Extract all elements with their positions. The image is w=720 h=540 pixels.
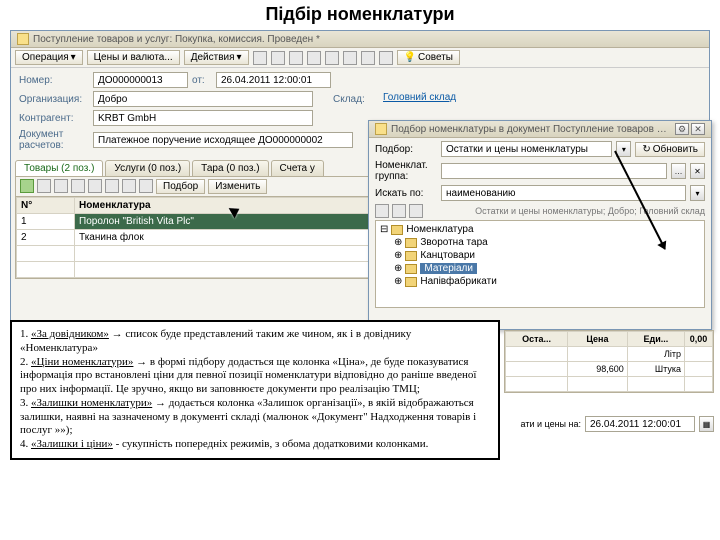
folder-icon <box>405 238 417 248</box>
tab-tare[interactable]: Тара (0 поз.) <box>192 160 268 176</box>
number-label: Номер: <box>19 75 89 86</box>
main-toolbar: Операция ▾ Цены и валюта... Действия ▾ 💡… <box>11 48 709 68</box>
col-n[interactable]: N° <box>17 198 75 214</box>
main-titlebar: Поступление товаров и услуг: Покупка, ко… <box>11 31 709 48</box>
doc-input[interactable] <box>93 132 353 148</box>
grid-icon[interactable] <box>71 179 85 193</box>
footer-date-input[interactable] <box>585 416 695 432</box>
grid-icon[interactable] <box>54 179 68 193</box>
counterparty-label: Контрагент: <box>19 113 89 124</box>
toolbar-icon[interactable] <box>271 51 285 65</box>
popup-title: Подбор номенклатуры в документ Поступлен… <box>391 124 671 135</box>
warehouse-link[interactable]: Головний склад <box>379 91 460 107</box>
tree-item[interactable]: ⊕ Зворотна тара <box>378 236 702 249</box>
counterparty-input[interactable] <box>93 110 313 126</box>
calendar-icon[interactable]: ▦ <box>699 416 714 432</box>
org-label: Организация: <box>19 94 89 105</box>
col-stock[interactable]: Оста... <box>506 332 568 347</box>
edit-button[interactable]: Изменить <box>208 179 267 194</box>
col-price[interactable]: Цена <box>568 332 628 347</box>
pick-button[interactable]: Подбор <box>156 179 205 194</box>
prices-button[interactable]: Цены и валюта... <box>87 50 180 65</box>
toolbar-icon[interactable] <box>325 51 339 65</box>
settings-icon[interactable]: ⚙ <box>675 123 689 135</box>
tab-services[interactable]: Услуги (0 поз.) <box>105 160 190 176</box>
tree-icon[interactable] <box>409 204 423 218</box>
group-label: Номенклат. группа: <box>375 160 437 182</box>
folder-icon <box>391 225 403 235</box>
search-select[interactable] <box>441 185 686 201</box>
grid-icon[interactable] <box>122 179 136 193</box>
grid-icon[interactable] <box>139 179 153 193</box>
toolbar-icon[interactable] <box>253 51 267 65</box>
popup-status: Остатки и цены номенклатуры; Добро; Голо… <box>426 206 705 216</box>
tree-icon[interactable] <box>375 204 389 218</box>
footer-date: ати и цены на: ▦ <box>521 416 714 432</box>
group-input[interactable] <box>441 163 667 179</box>
search-label: Искать по: <box>375 188 437 199</box>
chevron-down-icon[interactable]: ▾ <box>690 185 705 201</box>
add-row-icon[interactable] <box>20 179 34 193</box>
col-zero: 0,00 <box>685 332 713 347</box>
chevron-down-icon[interactable]: ▾ <box>616 141 631 157</box>
footer-label: ати и цены на: <box>521 419 581 429</box>
tab-accounts[interactable]: Счета у <box>271 160 324 176</box>
refresh-button[interactable]: ↻ Обновить <box>635 142 705 157</box>
grid-icon[interactable] <box>105 179 119 193</box>
toolbar-icon[interactable] <box>307 51 321 65</box>
advice-button[interactable]: 💡 Советы <box>397 50 460 65</box>
warehouse-label: Склад: <box>333 94 375 105</box>
popup-titlebar: Подбор номенклатуры в документ Поступлен… <box>369 121 711 138</box>
folder-icon <box>405 251 417 261</box>
slide-title: Підбір номенклатури <box>0 0 720 27</box>
tree-item-selected[interactable]: ⊕ Матеріали <box>378 262 702 275</box>
number-input[interactable] <box>93 72 188 88</box>
grid-icon[interactable] <box>88 179 102 193</box>
tree-item[interactable]: ⊕ Канцтовари <box>378 249 702 262</box>
toolbar-icon[interactable] <box>379 51 393 65</box>
folder-icon <box>405 264 417 274</box>
toolbar-icon[interactable] <box>289 51 303 65</box>
tree-icon[interactable] <box>392 204 406 218</box>
app-icon <box>17 33 29 45</box>
grid-icon[interactable] <box>37 179 51 193</box>
lookup-icon[interactable]: … <box>671 163 686 179</box>
mode-label: Подбор: <box>375 144 437 155</box>
table-row[interactable]: 98,600 Штука <box>506 362 713 377</box>
tab-goods[interactable]: Товары (2 поз.) <box>15 160 103 176</box>
col-unit[interactable]: Еди... <box>627 332 684 347</box>
date-label: от: <box>192 75 212 86</box>
window-title: Поступление товаров и услуг: Покупка, ко… <box>33 34 320 45</box>
doc-label: Документ расчетов: <box>19 129 89 151</box>
notes-box: 1. «За довідником» → список буде предста… <box>10 320 500 460</box>
table-row[interactable]: Літр <box>506 347 713 362</box>
org-input[interactable] <box>93 91 313 107</box>
result-grid[interactable]: Оста... Цена Еди... 0,00 Літр 98,600 Шту… <box>504 330 714 393</box>
close-icon[interactable]: ✕ <box>691 123 705 135</box>
popup-icon <box>375 123 387 135</box>
mode-select[interactable] <box>441 141 612 157</box>
toolbar-icon[interactable] <box>343 51 357 65</box>
clear-icon[interactable]: ✕ <box>690 163 705 179</box>
tree-item[interactable]: ⊕ Напівфабрикати <box>378 275 702 288</box>
date-input[interactable] <box>216 72 331 88</box>
popup-window: Подбор номенклатуры в документ Поступлен… <box>368 120 712 330</box>
actions-button[interactable]: Действия ▾ <box>184 50 249 65</box>
operation-button[interactable]: Операция ▾ <box>15 50 83 65</box>
toolbar-icon[interactable] <box>361 51 375 65</box>
folder-icon <box>405 277 417 287</box>
